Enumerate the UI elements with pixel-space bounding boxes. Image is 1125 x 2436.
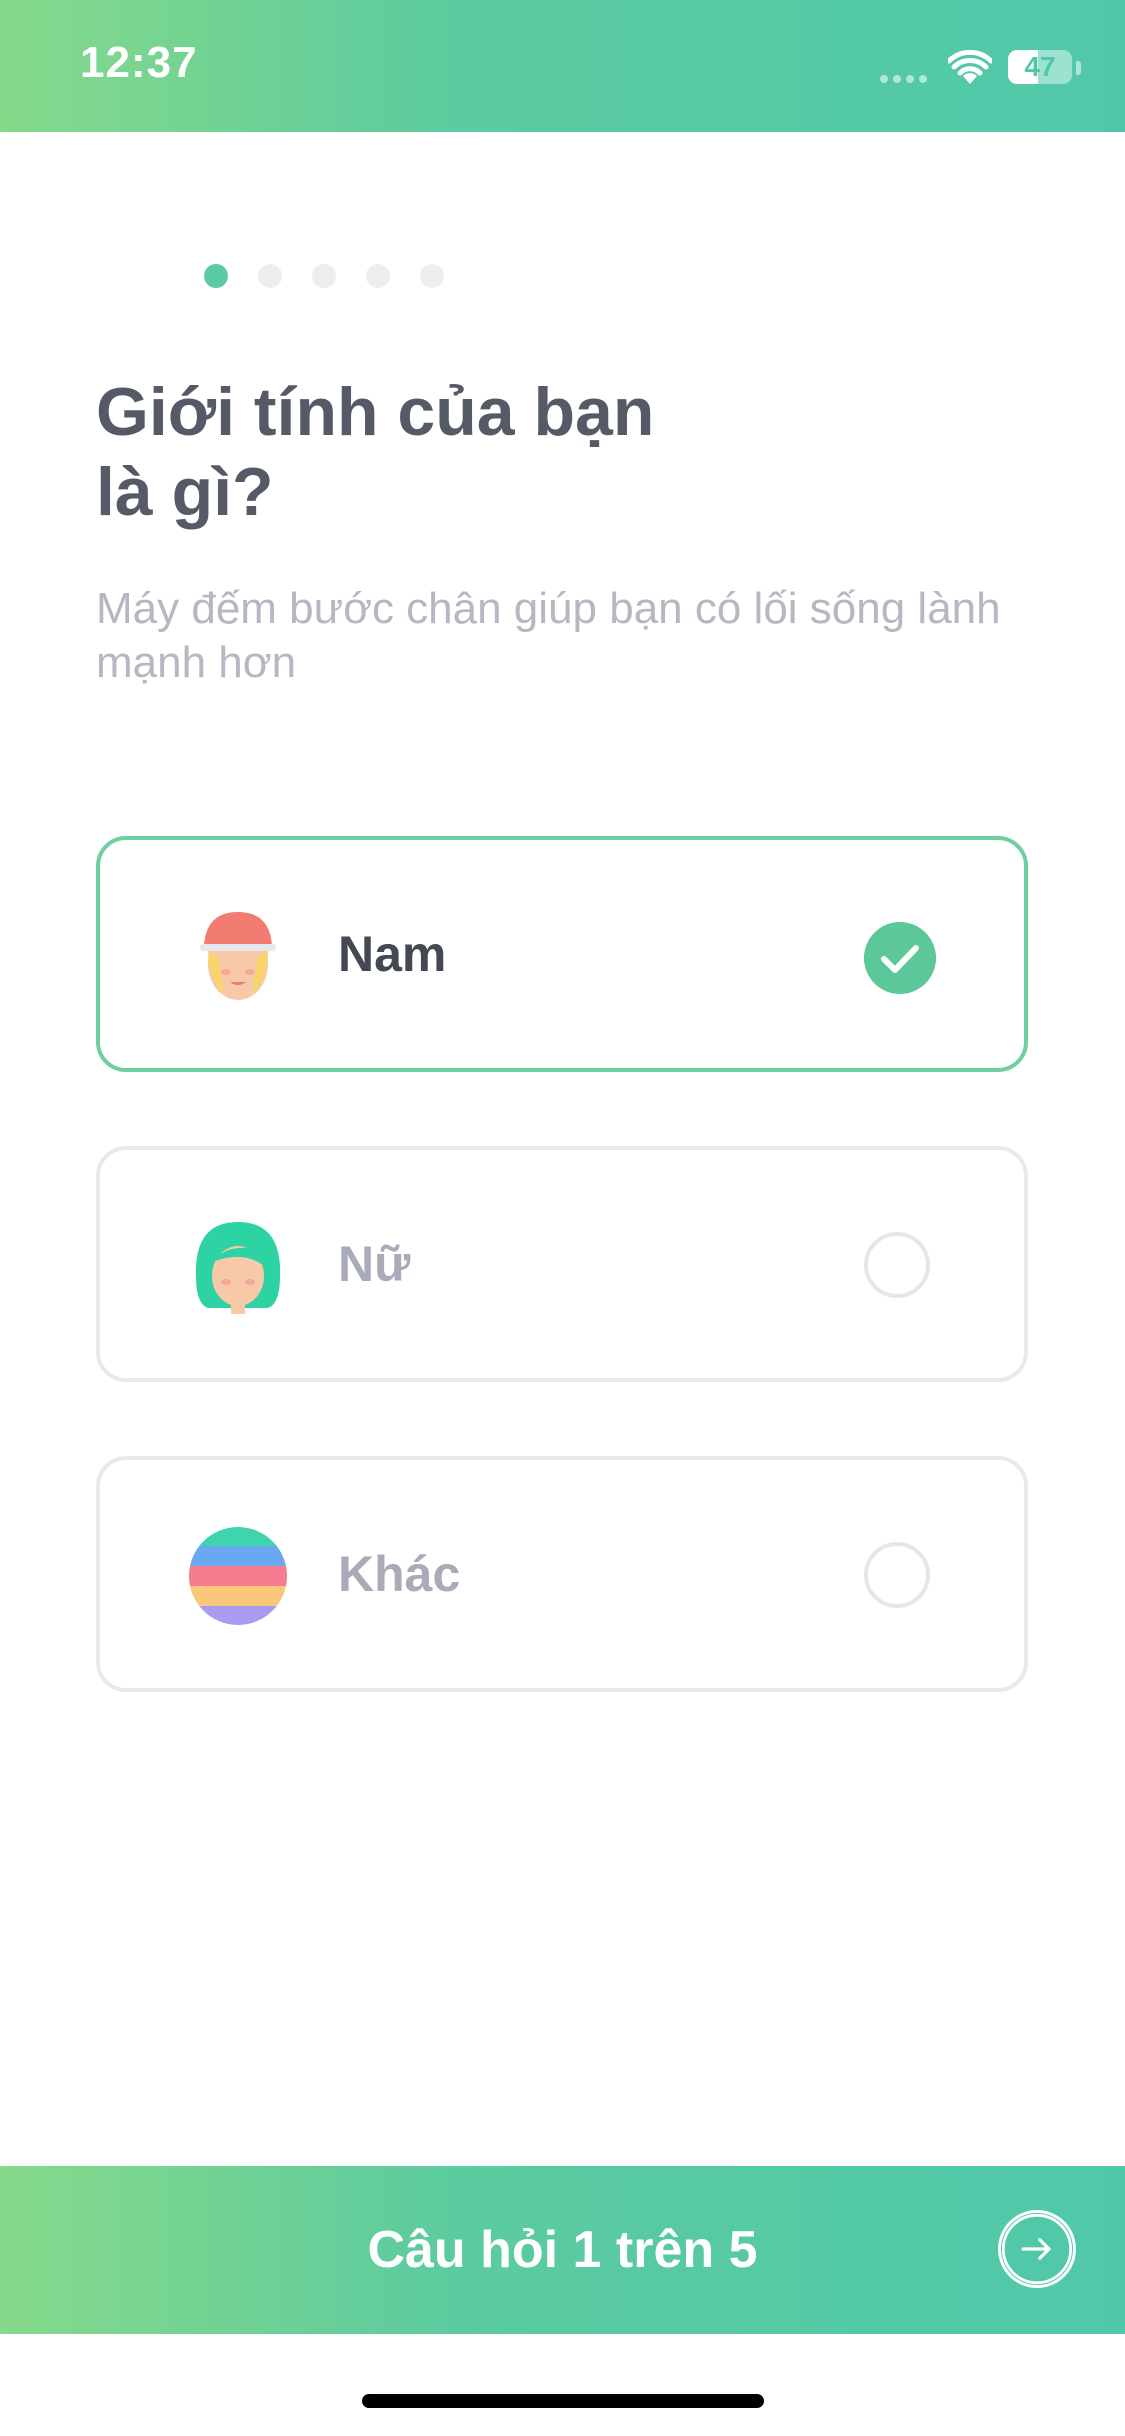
option-female[interactable]: Nữ — [96, 1146, 1028, 1382]
status-bar: 12:37 47 — [0, 0, 1125, 132]
next-question-bar[interactable]: Câu hỏi 1 trên 5 — [0, 2166, 1125, 2334]
wifi-icon — [948, 50, 992, 84]
progress-dot — [258, 264, 282, 288]
home-indicator[interactable] — [362, 2394, 764, 2408]
option-label: Nữ — [338, 1236, 411, 1292]
radio-unselected-icon — [864, 1542, 930, 1608]
battery-cap — [1076, 61, 1081, 75]
female-avatar-icon — [195, 1222, 281, 1314]
option-other[interactable]: Khác — [96, 1456, 1028, 1692]
arrow-right-circle-icon[interactable] — [998, 2210, 1076, 2288]
option-label: Khác — [338, 1546, 461, 1602]
signal-dots-icon — [880, 75, 927, 83]
page-title: Giới tính của bạn là gì? — [96, 374, 655, 530]
question-counter-label: Câu hỏi 1 trên 5 — [367, 2221, 758, 2279]
male-avatar-icon — [200, 912, 276, 1000]
progress-dot — [366, 264, 390, 288]
option-male[interactable]: Nam — [96, 836, 1028, 1072]
status-time: 12:37 — [80, 38, 198, 87]
battery-level: 47 — [1024, 51, 1056, 82]
rainbow-avatar-icon — [189, 1527, 287, 1625]
progress-dot — [420, 264, 444, 288]
progress-dot-active — [204, 264, 228, 288]
check-circle-icon — [864, 922, 936, 994]
page-subtitle: Máy đếm bước chân giúp bạn có lối sống l… — [96, 584, 1001, 687]
progress-dot — [312, 264, 336, 288]
progress-dots — [204, 264, 444, 288]
radio-unselected-icon — [864, 1232, 930, 1298]
option-label: Nam — [338, 926, 447, 982]
battery-icon: 47 — [1008, 50, 1072, 84]
